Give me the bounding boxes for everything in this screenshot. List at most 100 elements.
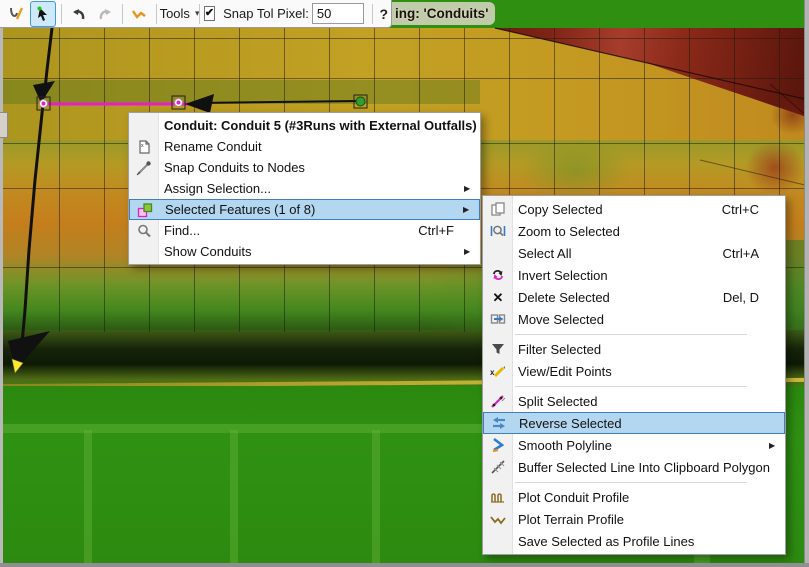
editing-mode-label: ing: 'Conduits' <box>391 2 495 25</box>
menu-item-delete-selected[interactable]: ✕ Delete Selected Del, D <box>483 286 785 308</box>
reverse-icon <box>484 415 514 431</box>
digitize-polyline-button[interactable] <box>4 2 28 26</box>
menu-item-split-selected[interactable]: Split Selected <box>483 390 785 412</box>
polyline-orange-icon <box>131 6 147 22</box>
plot-conduit-icon <box>483 489 513 505</box>
toolbar-separator <box>372 4 373 24</box>
menu-item-label: View/Edit Points <box>513 364 785 379</box>
context-menu-header: Conduit: Conduit 5 (#3Runs with External… <box>129 115 480 136</box>
menu-item-label: Snap Conduits to Nodes <box>159 160 480 175</box>
menu-item-snap-conduits[interactable]: Snap Conduits to Nodes <box>129 157 480 178</box>
menu-item-filter-selected[interactable]: Filter Selected <box>483 338 785 360</box>
snap-tol-label: Snap Tol Pixel: <box>223 6 309 21</box>
menu-item-label: Rename Conduit <box>159 139 480 154</box>
rename-icon: x <box>129 139 159 155</box>
toolbar-separator <box>61 4 62 24</box>
window-border-right <box>804 0 809 567</box>
menu-item-save-selected-profile-lines[interactable]: Save Selected as Profile Lines <box>483 530 785 552</box>
menu-item-smooth-polyline[interactable]: Smooth Polyline ▶ <box>483 434 785 456</box>
filter-icon <box>483 341 513 357</box>
buffer-icon <box>483 459 513 475</box>
menu-item-invert-selection[interactable]: Invert Selection <box>483 264 785 286</box>
window-border-bottom <box>0 563 809 567</box>
zoom-to-selected-icon <box>483 223 513 239</box>
menu-item-label: Select All <box>513 246 723 261</box>
menu-item-label: Split Selected <box>513 394 785 409</box>
undo-icon <box>71 6 87 22</box>
undo-button[interactable] <box>67 2 91 26</box>
invert-selection-icon <box>483 267 513 283</box>
menu-item-label: Delete Selected <box>513 290 723 305</box>
polyline-tool-button[interactable] <box>127 2 151 26</box>
menu-separator <box>483 330 785 338</box>
street-vertical <box>372 430 380 563</box>
menu-item-label: Reverse Selected <box>514 416 784 431</box>
menu-item-shortcut: Del, D <box>723 290 785 305</box>
window-border-left <box>0 28 3 567</box>
menu-item-plot-terrain-profile[interactable]: Plot Terrain Profile <box>483 508 785 530</box>
menu-item-label: Plot Conduit Profile <box>513 490 785 505</box>
menu-item-copy-selected[interactable]: Copy Selected Ctrl+C <box>483 198 785 220</box>
tools-menu-button[interactable]: Tools ▾ <box>162 2 195 26</box>
menu-item-label: Copy Selected <box>513 202 722 217</box>
menu-item-rename-conduit[interactable]: x Rename Conduit <box>129 136 480 157</box>
redo-icon <box>97 6 113 22</box>
menu-item-view-edit-points[interactable]: x View/Edit Points <box>483 360 785 382</box>
toolbar: Tools ▾ ✔ Snap Tol Pixel: ? <box>0 0 392 28</box>
find-icon <box>129 223 159 239</box>
move-icon <box>483 311 513 327</box>
redo-button[interactable] <box>93 2 117 26</box>
snap-tol-input[interactable] <box>312 3 364 24</box>
menu-item-shortcut: Ctrl+F <box>418 223 480 238</box>
plot-terrain-icon <box>483 511 513 527</box>
menu-item-find[interactable]: Find... Ctrl+F <box>129 220 480 241</box>
menu-item-label: Selected Features (1 of 8) <box>160 202 463 217</box>
menu-item-label: Find... <box>159 223 418 238</box>
split-icon <box>483 393 513 409</box>
menu-item-plot-conduit-profile[interactable]: Plot Conduit Profile <box>483 486 785 508</box>
grid-line <box>0 38 809 39</box>
submenu-arrow-icon: ▶ <box>464 184 480 193</box>
view-edit-points-icon: x <box>483 363 513 379</box>
menu-item-label: Plot Terrain Profile <box>513 512 785 527</box>
menu-item-buffer-selected-line[interactable]: Buffer Selected Line Into Clipboard Poly… <box>483 456 785 478</box>
grid-line <box>0 78 809 79</box>
submenu-arrow-icon: ▶ <box>769 441 785 450</box>
menu-item-zoom-to-selected[interactable]: Zoom to Selected <box>483 220 785 242</box>
tools-label: Tools <box>160 6 190 21</box>
delete-icon: ✕ <box>483 291 513 304</box>
street-vertical <box>84 430 92 563</box>
edge-grip[interactable] <box>0 112 8 138</box>
submenu-arrow-icon: ▶ <box>464 247 480 256</box>
menu-item-selected-features[interactable]: Selected Features (1 of 8) ▶ <box>129 199 480 220</box>
menu-item-label: Filter Selected <box>513 342 785 357</box>
selected-features-submenu: Copy Selected Ctrl+C Zoom to Selected Se… <box>482 195 786 555</box>
menu-item-show-conduits[interactable]: Show Conduits ▶ <box>129 241 480 262</box>
select-arrow-icon <box>35 6 51 22</box>
menu-item-shortcut: Ctrl+A <box>723 246 785 261</box>
copy-icon <box>483 201 513 217</box>
menu-item-assign-selection[interactable]: Assign Selection... ▶ <box>129 178 480 199</box>
menu-item-select-all[interactable]: Select All Ctrl+A <box>483 242 785 264</box>
menu-item-label: Zoom to Selected <box>513 224 785 239</box>
menu-item-label: Invert Selection <box>513 268 785 283</box>
menu-item-reverse-selected[interactable]: Reverse Selected <box>483 412 785 434</box>
snap-icon <box>129 160 159 176</box>
menu-item-label: Smooth Polyline <box>513 438 769 453</box>
menu-item-label: Save Selected as Profile Lines <box>513 534 785 549</box>
menu-item-move-selected[interactable]: Move Selected <box>483 308 785 330</box>
select-tool-button[interactable] <box>30 1 56 27</box>
conduit-context-menu: Conduit: Conduit 5 (#3Runs with External… <box>128 112 481 265</box>
menu-item-label: Assign Selection... <box>159 181 464 196</box>
menu-item-label: Move Selected <box>513 312 785 327</box>
toolbar-separator <box>122 4 123 24</box>
help-button[interactable]: ? <box>379 6 388 22</box>
menu-separator <box>483 478 785 486</box>
snap-tol-checkbox[interactable]: ✔ <box>204 6 215 21</box>
menu-item-shortcut: Ctrl+C <box>722 202 785 217</box>
submenu-arrow-icon: ▶ <box>463 205 479 214</box>
smooth-icon <box>483 437 513 453</box>
digitize-polyline-icon <box>8 6 24 22</box>
svg-text:x: x <box>490 368 495 377</box>
menu-item-label: Buffer Selected Line Into Clipboard Poly… <box>513 460 785 475</box>
